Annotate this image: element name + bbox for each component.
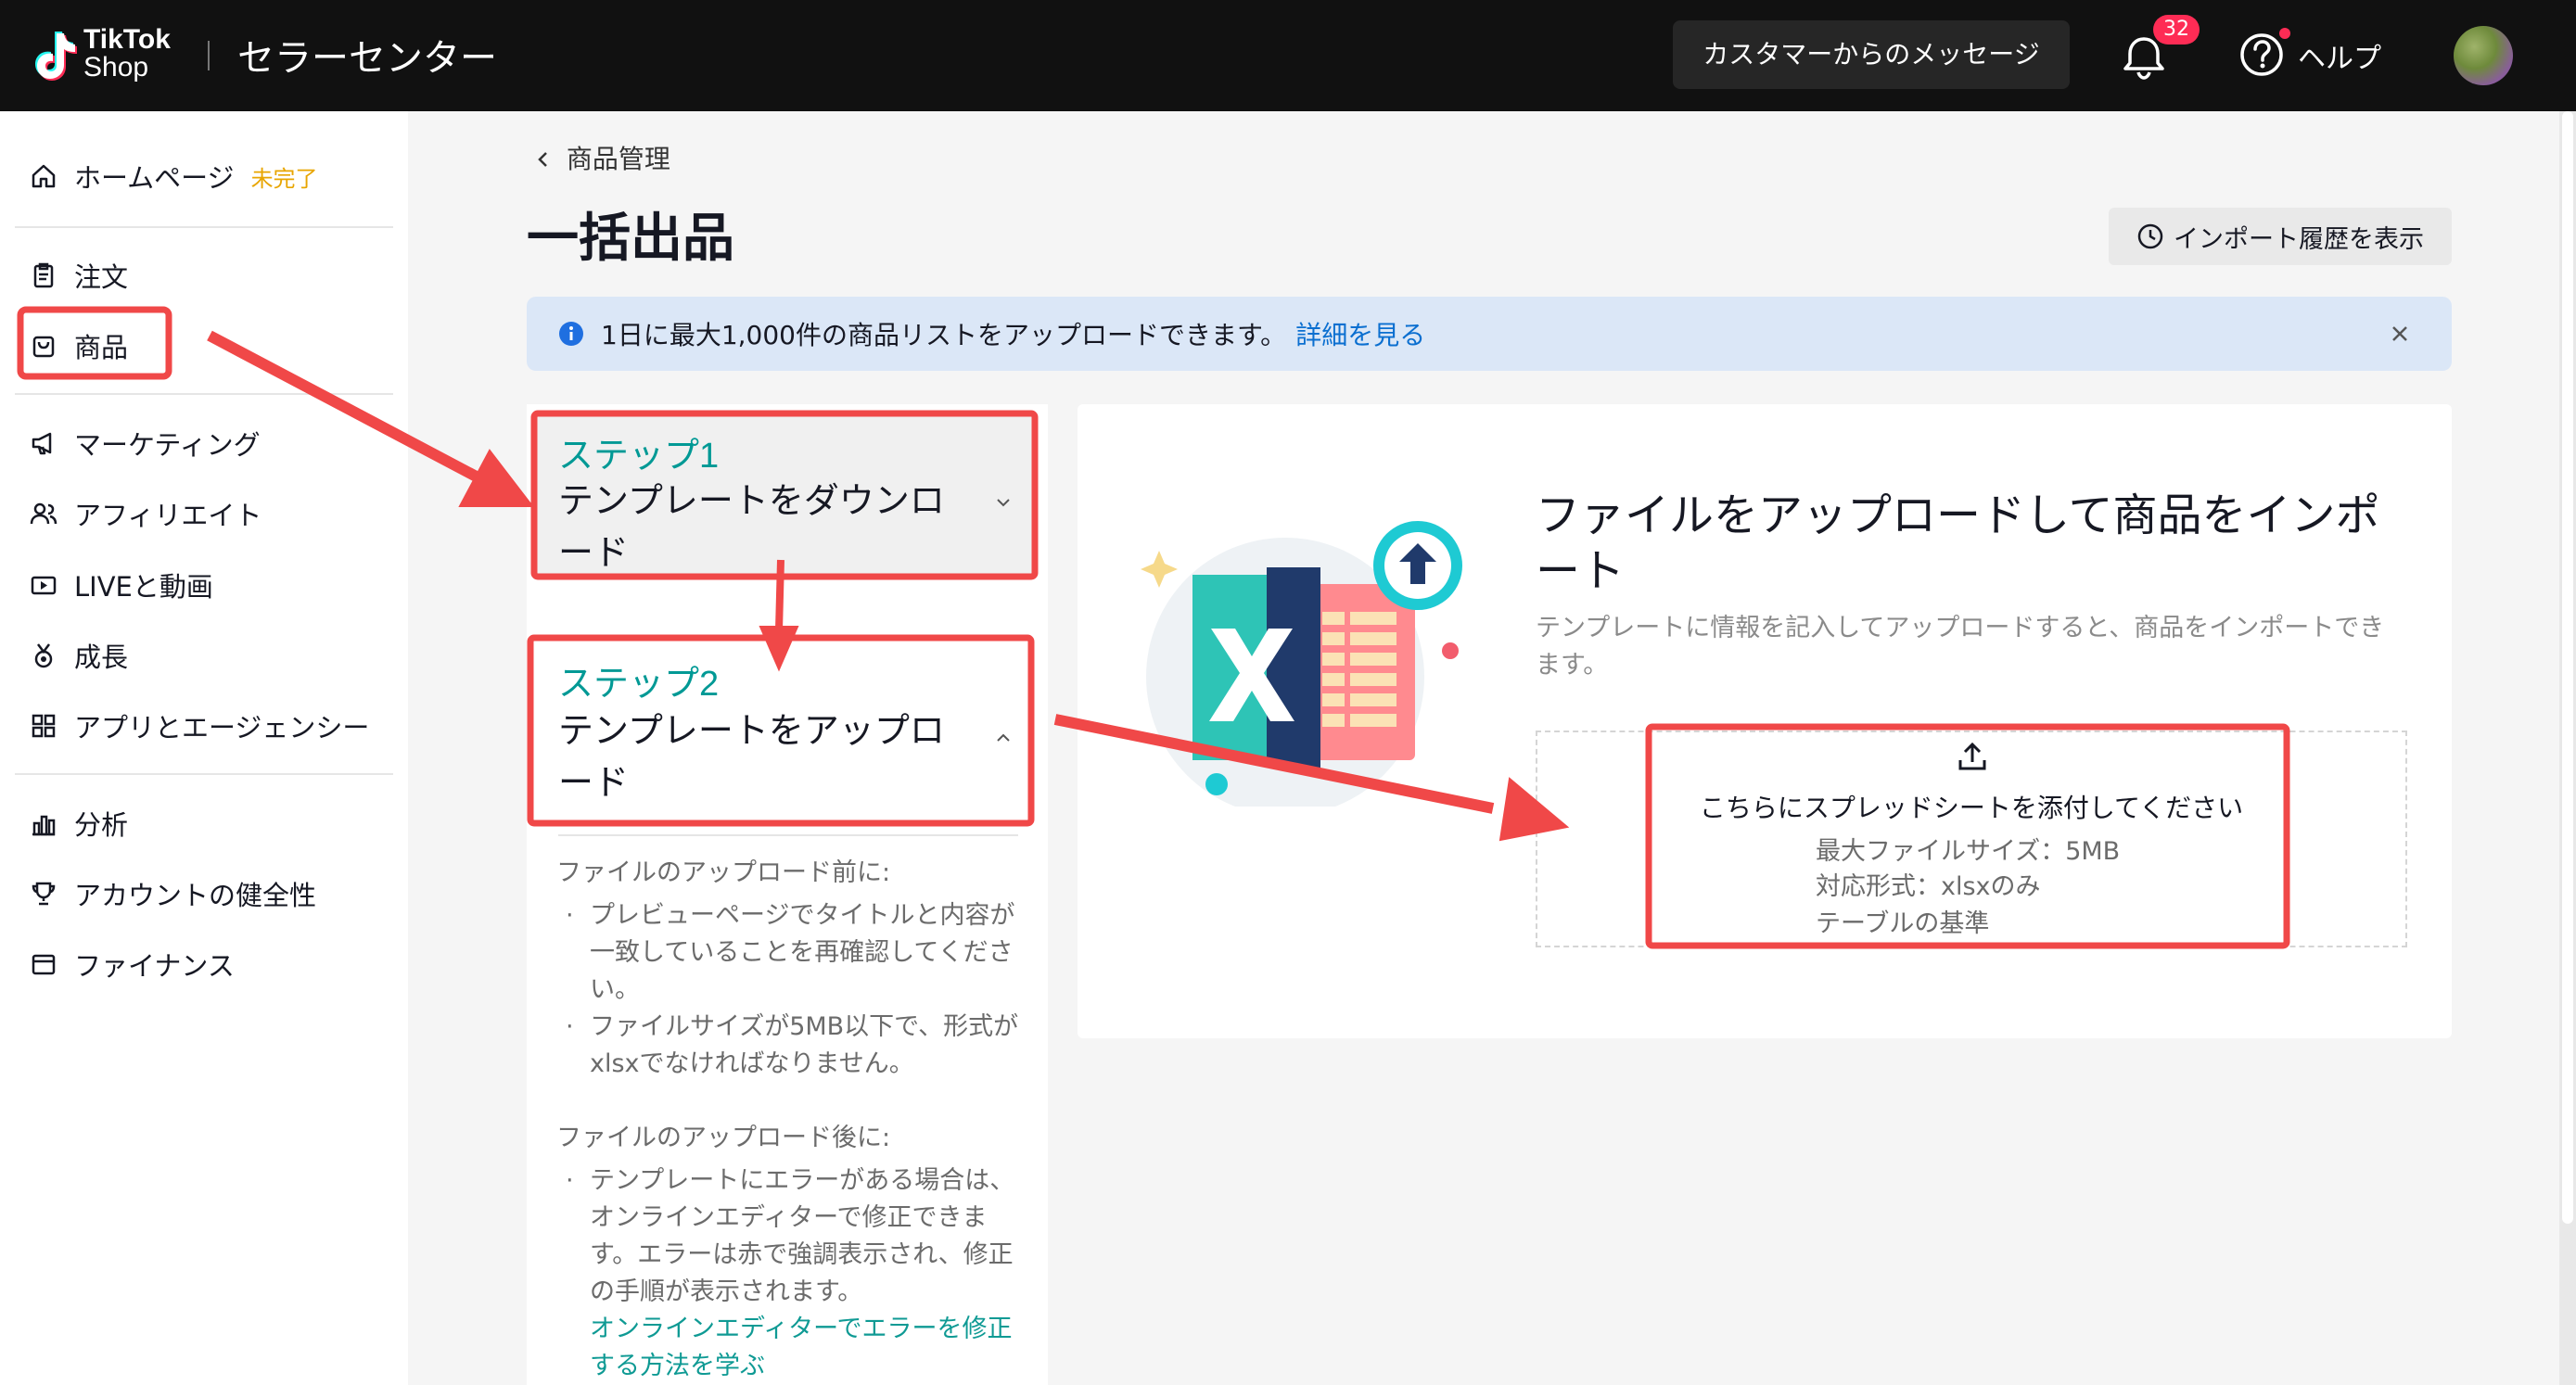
seller-center-title: セラーセンター [237,37,497,80]
sidebar-item-orders[interactable]: 注文 [30,252,128,299]
sidebar-item-home[interactable]: ホームページ 未完了 [30,153,318,199]
sidebar-item-label: マーケティング [74,429,261,461]
clipboard-icon [33,262,54,288]
sidebar-item-growth[interactable]: 成長 [30,632,128,679]
sidebar-item-products[interactable]: 商品 [30,323,128,369]
upload-notes: ファイルのアップロード前に: プレビューページでタイトルと内容が一致していること… [556,855,1020,1385]
sidebar-item-label: LIVEと動画 [74,571,213,603]
sidebar-item-analytics[interactable]: 分析 [30,800,128,846]
top-bar: TikTok Shop セラーセンター カスタマーからのメッセージ 32 ヘルプ [0,0,2576,111]
learn-more-link[interactable]: 詳細を見る [1295,320,1425,350]
sidebar-item-apps-agency[interactable]: アプリとエージェンシー [30,703,369,749]
step1-label: ステップ1 [558,437,720,476]
sidebar-item-label: アプリとエージェンシー [74,712,370,743]
table-standard-link[interactable]: テーブルの基準 [1816,903,1989,939]
tiktok-logo-icon [35,32,77,81]
upload-card-description: テンプレートに情報を記入してアップロードすると、商品をインポートできます。 [1536,614,2385,680]
step1-download-template[interactable]: ステップ1 テンプレートをダウンロード [534,413,1035,575]
people-icon [30,502,57,525]
step2-title: テンプレートをアップロード [558,710,945,803]
chevron-down-icon [997,499,1010,507]
home-icon [32,164,56,188]
breadcrumb[interactable]: 商品管理 [534,139,670,176]
info-banner: 1日に最大1,000件の商品リストをアップロードできます。 詳細を見る [527,297,2452,371]
step2-upload-template[interactable]: ステップ2 テンプレートをアップロード [534,640,1035,816]
sidebar-divider [15,393,393,395]
supported-format-text: 対応形式：xlsxのみ [1816,872,2041,901]
upload-card-title: ファイルをアップロードして商品をインポート [1536,489,2380,597]
step-divider [558,834,1018,836]
megaphone-icon [32,432,52,455]
sidebar-item-label: 成長 [74,642,129,673]
product-bag-icon [32,336,55,358]
notes-after-heading: ファイルのアップロード後に: [556,1124,891,1152]
logo-text-tiktok: TikTok [83,24,171,55]
breadcrumb-label: 商品管理 [566,144,670,174]
sidebar-divider [15,226,393,228]
step2-label: ステップ2 [558,665,720,704]
sidebar-item-marketing[interactable]: マーケティング [30,420,261,466]
avatar[interactable] [2454,26,2513,85]
max-file-size-text: 最大ファイルサイズ：5MB [1816,837,2121,866]
medal-icon [34,643,53,668]
sidebar-item-label: アフィリエイト [74,500,262,531]
sidebar-item-label: アカウントの健全性 [74,880,317,911]
notes-after-text: テンプレートにエラーがある場合は、オンラインエディターで修正できます。エラーは赤… [590,1166,1015,1306]
annotation-arrowhead [458,449,535,507]
upload-icon [1958,742,1986,770]
sidebar-item-label: ホームページ [74,162,235,194]
clock-icon [2137,223,2163,249]
sidebar-item-live-video[interactable]: LIVEと動画 [30,562,213,608]
header-divider [208,41,210,70]
notification-count-badge: 32 [2153,15,2200,44]
sidebar-item-account-health[interactable]: アカウントの健全性 [30,870,316,917]
customer-messages-button[interactable]: カスタマーからのメッセージ [1673,20,2070,89]
page-scrollbar[interactable] [2559,111,2576,1385]
import-history-button[interactable]: インポート履歴を表示 [2109,208,2452,265]
sidebar-item-label: 商品 [74,332,129,363]
sidebar-item-finance[interactable]: ファイナンス [30,941,235,987]
notes-after-item: テンプレートにエラーがある場合は、オンラインエディターで修正できます。エラーは赤… [556,1163,1020,1385]
chevron-left-icon [538,152,547,167]
sidebar-item-affiliate[interactable]: アフィリエイト [30,490,261,537]
notes-before-heading: ファイルのアップロード前に: [556,858,891,887]
step1-title: テンプレートをダウンロード [558,480,945,573]
sidebar-item-label: ファイナンス [74,950,235,982]
notes-before-item: ファイルサイズが5MB以下で、形式がxlsxでなければなりません。 [556,1009,1020,1083]
info-icon [559,322,583,346]
scrollbar-thumb[interactable] [2562,111,2573,1224]
wallet-icon [32,954,56,975]
banner-text: 1日に最大1,000件の商品リストをアップロードできます。 [601,320,1287,350]
import-history-label: インポート履歴を表示 [2174,224,2424,254]
tiktok-shop-logo[interactable]: TikTok Shop [26,22,184,89]
help-icon[interactable] [2238,32,2285,78]
sidebar-item-label: 注文 [74,261,129,293]
dropzone-label: こちらにスプレッドシートを添付してください [1699,793,2244,823]
help-notification-dot [2279,28,2290,39]
online-editor-help-link[interactable]: オンラインエディターでエラーを修正する方法を学ぶ [590,1315,1013,1380]
sidebar-item-label: 分析 [74,809,129,841]
excel-upload-illustration [1141,521,1462,807]
incomplete-tag: 未完了 [250,165,318,192]
trophy-icon [32,882,56,906]
page-title: 一括出品 [527,209,734,269]
chevron-up-icon [997,733,1010,742]
help-label[interactable]: ヘルプ [2298,35,2381,76]
bar-chart-icon [32,815,56,836]
close-icon[interactable] [2385,319,2415,349]
notes-before-item: プレビューページでタイトルと内容が一致していることを再確認してください。 [556,897,1020,1009]
sidebar-divider [15,773,393,775]
video-icon [31,576,57,595]
apps-grid-icon [32,714,56,738]
logo-text-shop: Shop [83,52,149,83]
